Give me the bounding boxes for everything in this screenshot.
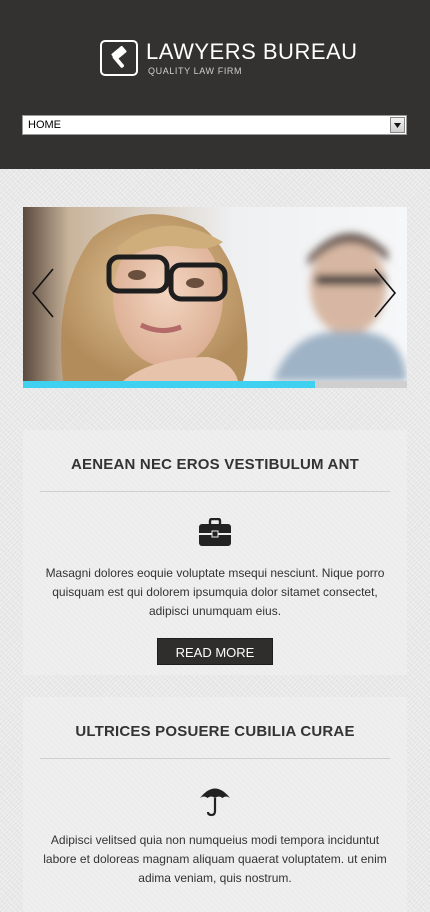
gavel-icon (100, 40, 138, 76)
navigation-selected-value: HOME (28, 119, 61, 131)
feature-card-2: ULTRICES POSUERE CUBILIA CURAE Adipisci … (23, 697, 407, 912)
slider-progress-fill (23, 381, 315, 388)
dropdown-arrow-icon[interactable] (390, 117, 405, 133)
read-more-button[interactable]: READ MORE (157, 638, 273, 665)
card-title: AENEAN NEC EROS VESTIBULUM ANT (71, 456, 359, 473)
briefcase-icon (23, 518, 407, 548)
slide-image (23, 207, 407, 381)
card-text: Masagni dolores eoquie voluptate msequi … (45, 566, 385, 618)
image-slider[interactable] (23, 207, 407, 388)
chevron-right-icon[interactable] (369, 267, 399, 319)
divider (40, 491, 390, 492)
site-tagline: QUALITY LAW FIRM (148, 65, 243, 76)
card-title: ULTRICES POSUERE CUBILIA CURAE (75, 723, 355, 740)
slider-progress-bar (23, 381, 407, 388)
divider (40, 758, 390, 759)
logo[interactable]: LAWYERS BUREAU QUALITY LAW FIRM (100, 38, 358, 78)
navigation-select[interactable]: HOME (22, 115, 407, 135)
site-header: LAWYERS BUREAU QUALITY LAW FIRM HOME (0, 0, 430, 169)
feature-card-1: AENEAN NEC EROS VESTIBULUM ANT Masagni d… (23, 430, 407, 675)
card-text: Adipisci velitsed quia non numqueius mod… (43, 833, 387, 885)
umbrella-icon (23, 785, 407, 817)
site-title: LAWYERS BUREAU (146, 38, 358, 64)
chevron-left-icon[interactable] (29, 267, 59, 319)
